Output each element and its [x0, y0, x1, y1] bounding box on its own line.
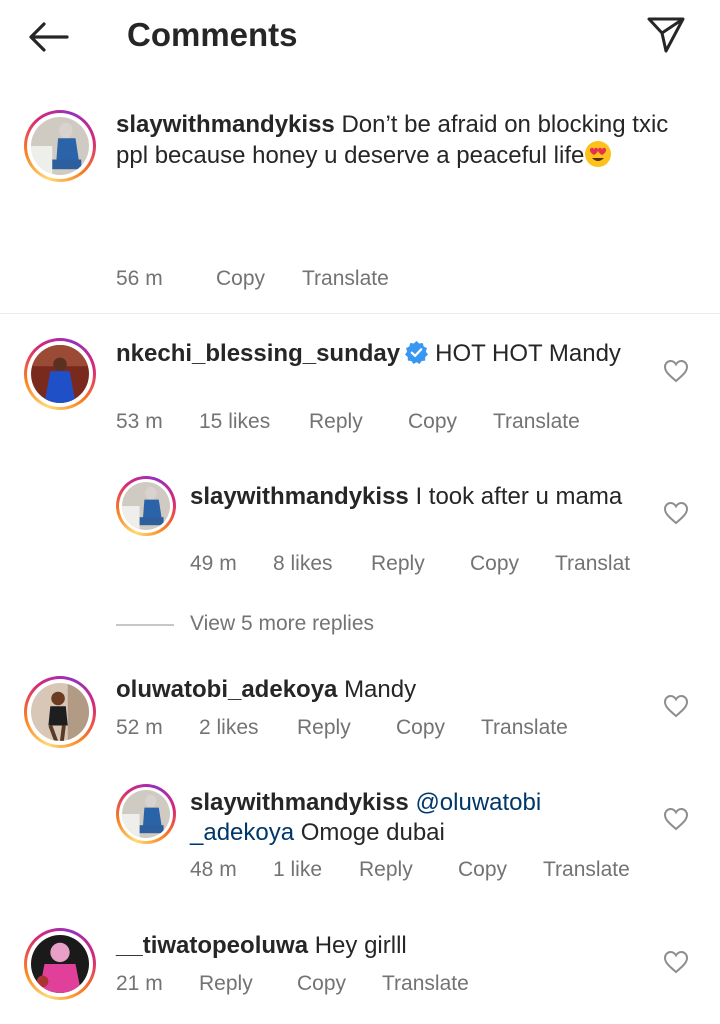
avatar-photo	[31, 683, 89, 741]
paper-plane-icon	[647, 17, 685, 53]
verified-badge-icon	[405, 341, 429, 364]
avatar-photo	[31, 345, 89, 403]
avatar[interactable]	[24, 338, 96, 410]
copy-button[interactable]: Copy	[297, 972, 346, 996]
copy-button[interactable]: Copy	[470, 552, 519, 576]
view-more-replies-button[interactable]: View 5 more replies	[190, 612, 374, 636]
timestamp: 56 m	[116, 267, 163, 290]
avatar-photo	[122, 790, 170, 838]
comment-body: Hey girlll	[314, 932, 407, 959]
reply-text: slaywithmandykiss I took after u mama	[190, 482, 650, 512]
avatar[interactable]	[24, 676, 96, 748]
translate-button[interactable]: Translate	[302, 267, 389, 291]
translate-button[interactable]: Translat	[555, 552, 630, 576]
translate-button[interactable]: Translate	[481, 716, 568, 740]
replies-line	[116, 624, 174, 626]
likes-count[interactable]: 1 like	[273, 858, 322, 882]
header-bar: Comments	[0, 0, 720, 72]
reply-button[interactable]: Reply	[359, 858, 413, 882]
reply-username[interactable]: slaywithmandykiss	[190, 483, 409, 510]
timestamp: 49 m	[190, 552, 237, 575]
reply-button[interactable]: Reply	[309, 410, 363, 434]
avatar-photo	[31, 117, 89, 175]
avatar-photo	[31, 935, 89, 993]
arrow-left-icon	[29, 22, 69, 52]
reply-button[interactable]: Reply	[199, 972, 253, 996]
copy-button[interactable]: Copy	[408, 410, 457, 434]
mention-link[interactable]: _adekoya	[190, 819, 294, 846]
timestamp: 52 m	[116, 716, 163, 739]
mention-link[interactable]: @oluwatobi	[415, 789, 541, 816]
comment-username[interactable]: oluwatobi_adekoya	[116, 676, 337, 703]
timestamp: 21 m	[116, 972, 163, 995]
avatar[interactable]	[116, 476, 176, 536]
likes-count[interactable]: 2 likes	[199, 716, 259, 740]
timestamp: 48 m	[190, 858, 237, 881]
comment-body: Mandy	[344, 676, 417, 703]
avatar[interactable]	[116, 784, 176, 844]
reply-body: I took after u mama	[415, 483, 623, 510]
caption-username[interactable]: slaywithmandykiss	[116, 111, 335, 138]
comment-username[interactable]: __tiwatopeoluwa	[116, 932, 308, 959]
comment-body: HOT HOT Mandy	[435, 340, 621, 367]
comment-text: oluwatobi_adekoya Mandy	[116, 675, 636, 705]
translate-button[interactable]: Translate	[382, 972, 469, 996]
reply-button[interactable]: Reply	[297, 716, 351, 740]
avatar-photo	[122, 482, 170, 530]
like-heart-icon[interactable]	[663, 694, 689, 718]
likes-count[interactable]: 15 likes	[199, 410, 270, 434]
reply-body: Omoge dubai	[300, 819, 445, 846]
reply-button[interactable]: Reply	[371, 552, 425, 576]
translate-button[interactable]: Translate	[543, 858, 630, 882]
like-heart-icon[interactable]	[663, 359, 689, 383]
back-button[interactable]	[22, 14, 74, 60]
translate-button[interactable]: Translate	[493, 410, 580, 434]
copy-button[interactable]: Copy	[396, 716, 445, 740]
avatar[interactable]	[24, 928, 96, 1000]
reply-text: slaywithmandykiss @oluwatobi _adekoya Om…	[190, 788, 610, 848]
divider	[0, 313, 720, 314]
like-heart-icon[interactable]	[663, 807, 689, 831]
comment-text: nkechi_blessing_sunday HOT HOT Mandy	[116, 339, 636, 369]
avatar[interactable]	[24, 110, 96, 182]
caption-text: slaywithmandykiss Don’t be afraid on blo…	[116, 110, 686, 171]
share-button[interactable]	[640, 10, 692, 60]
like-heart-icon[interactable]	[663, 950, 689, 974]
like-heart-icon[interactable]	[663, 501, 689, 525]
reply-username[interactable]: slaywithmandykiss	[190, 789, 409, 816]
likes-count[interactable]: 8 likes	[273, 552, 333, 576]
page-title: Comments	[127, 16, 298, 53]
comment-text: __tiwatopeoluwa Hey girlll	[116, 931, 636, 961]
heart-eyes-emoji-icon	[585, 141, 612, 167]
copy-button[interactable]: Copy	[216, 267, 265, 291]
timestamp: 53 m	[116, 410, 163, 433]
copy-button[interactable]: Copy	[458, 858, 507, 882]
comment-username[interactable]: nkechi_blessing_sunday	[116, 340, 400, 367]
